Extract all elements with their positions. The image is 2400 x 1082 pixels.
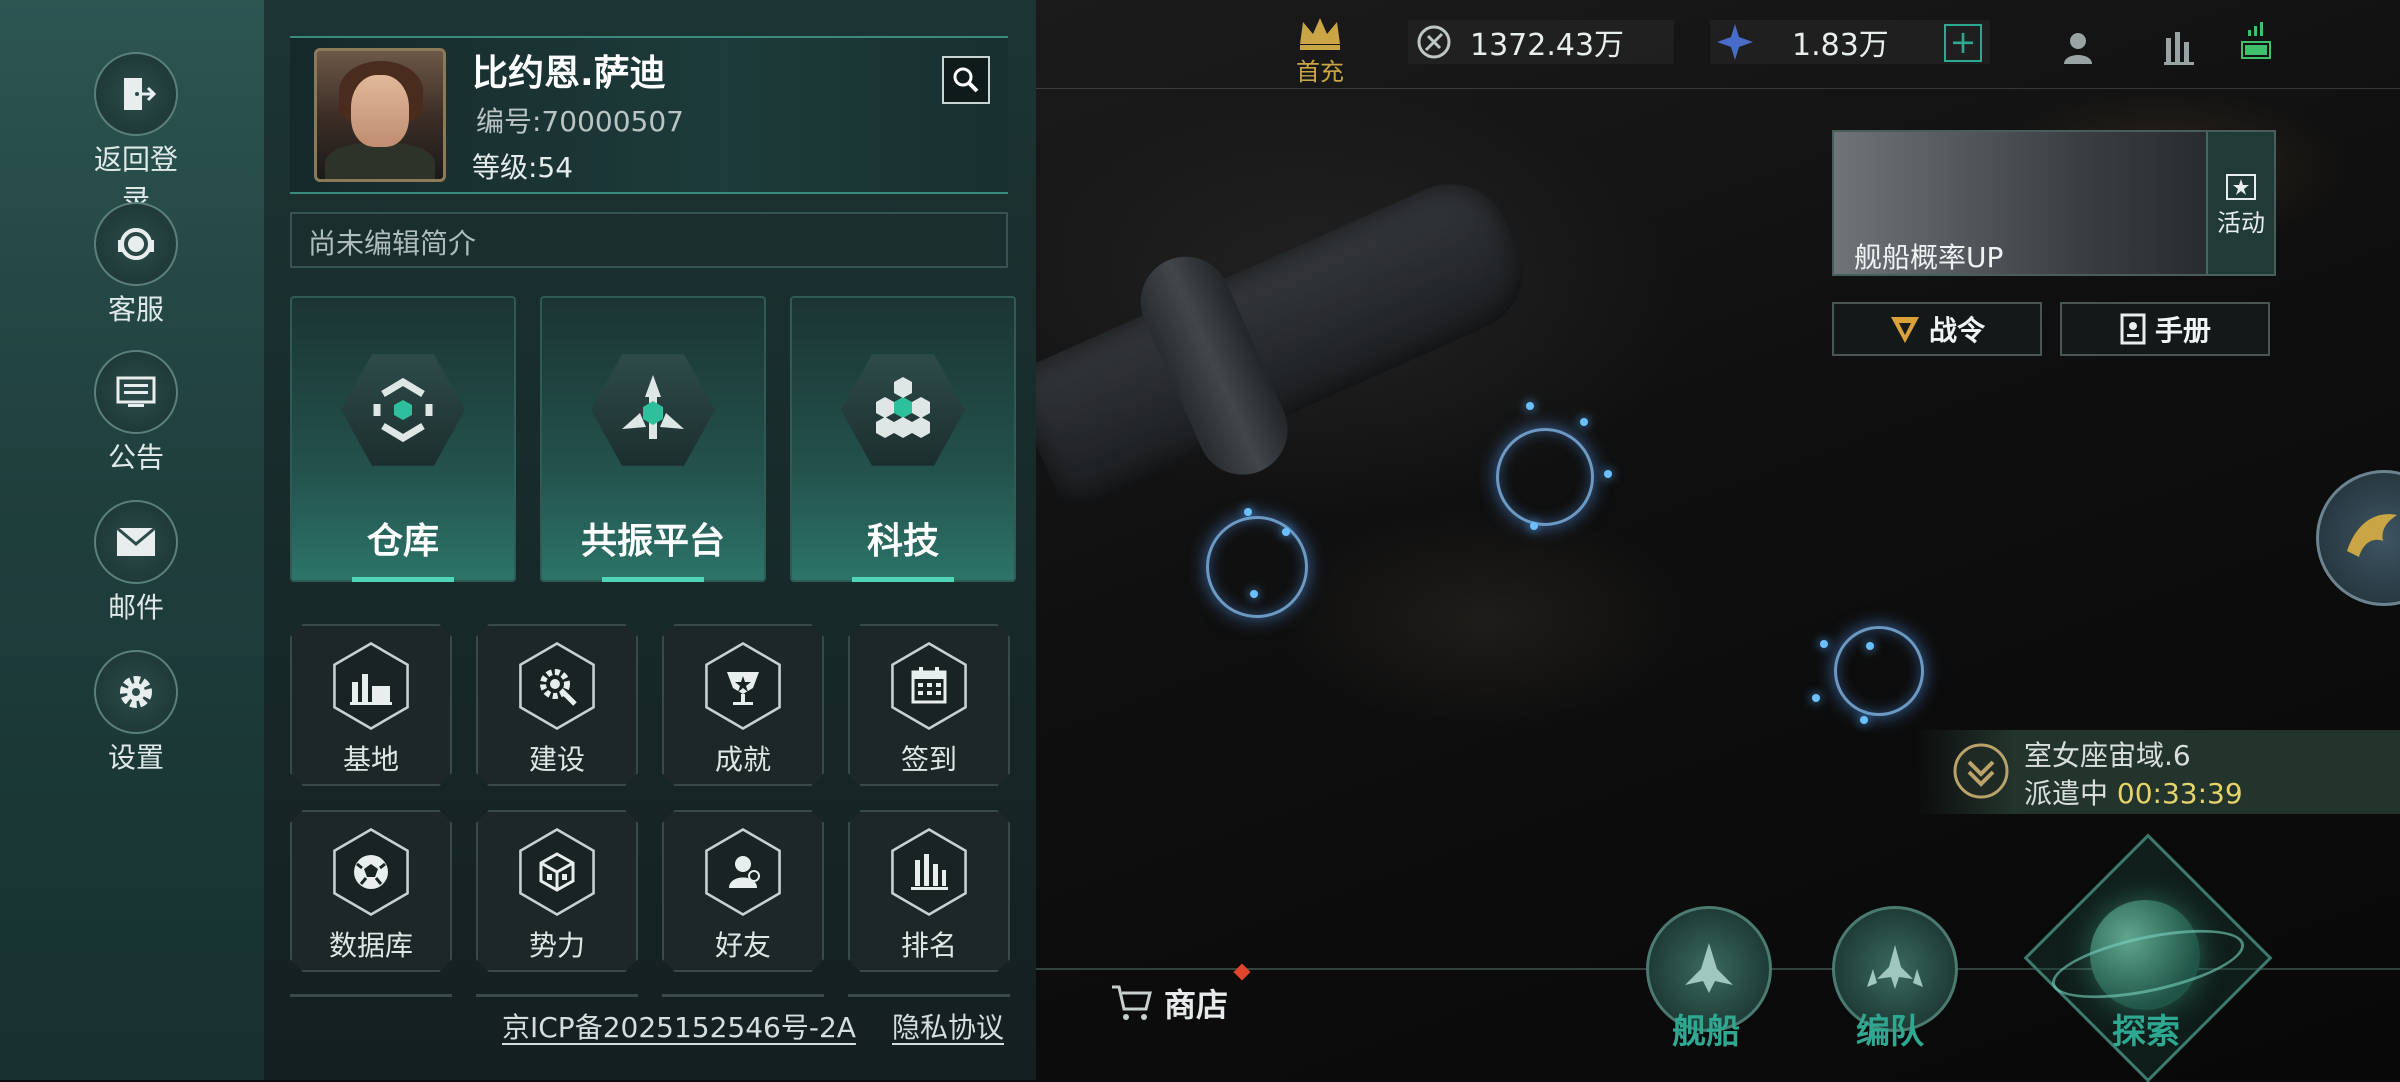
ship-icon — [1685, 943, 1733, 993]
dispatch-timer: 00:33:39 — [2116, 777, 2243, 810]
battle-pass-button[interactable]: 战令 — [1832, 302, 2042, 356]
checkin-label: 签到 — [900, 743, 957, 776]
avatar[interactable] — [314, 48, 446, 182]
shop-button[interactable]: 商店 — [1110, 963, 1251, 1026]
partial-card-row — [290, 994, 1010, 1000]
battle-pass-icon — [1890, 317, 1919, 343]
resonance-label: 共振平台 — [580, 521, 725, 562]
player-name[interactable]: 比约恩.萨迪 — [472, 44, 666, 96]
announcement-icon — [94, 350, 178, 434]
dispatch-location: 室女座宙域.6 — [2024, 739, 2191, 772]
activity-label: 活动 — [2217, 208, 2265, 237]
fleet-icon — [1867, 945, 1923, 989]
dispatch-rank-icon — [1953, 743, 2009, 799]
achievement-icon — [707, 645, 779, 727]
nav-ships-label: 舰船 — [1672, 1012, 1740, 1052]
credits-value: 1372.43万 — [1470, 28, 1625, 63]
achievement-label: 成就 — [714, 743, 771, 776]
checkin-card[interactable]: 签到 — [848, 624, 1010, 786]
faction-label: 势力 — [528, 929, 585, 962]
ranking-card[interactable]: 排名 — [848, 810, 1010, 972]
battery-signal-icon — [2241, 22, 2271, 59]
profile-card: 比约恩.萨迪 编号:70000507 等级:54 — [290, 36, 1008, 194]
sidebar-item-label: 设置 — [107, 741, 164, 774]
bio-field[interactable]: 尚未编辑简介 — [290, 212, 1008, 268]
hud-divider — [1036, 88, 2400, 89]
friends-card[interactable]: 好友 — [662, 810, 824, 972]
target-ring-3[interactable] — [1834, 626, 1924, 716]
privacy-link[interactable]: 隐私协议 — [892, 1006, 1004, 1046]
friends-hud-icon[interactable] — [2060, 28, 2100, 68]
sidebar-item-label: 客服 — [107, 293, 164, 326]
shop-label: 商店 — [1164, 986, 1229, 1024]
nav-fleet-label: 编队 — [1856, 1012, 1924, 1052]
friends-label: 好友 — [714, 929, 771, 962]
database-label: 数据库 — [328, 929, 413, 962]
dispatch-status-panel[interactable]: 室女座宙域.6 派遣中 00:33:39 — [1916, 730, 2400, 814]
logout-door-icon — [94, 52, 178, 136]
credit-coin-icon — [1417, 25, 1451, 59]
target-ring-1[interactable] — [1206, 516, 1308, 618]
nav-explore-label: 探索 — [2112, 1012, 2180, 1052]
resource-bar-credits: 1372.43万 — [1408, 20, 1674, 64]
manual-book-icon — [2120, 313, 2146, 345]
faction-card[interactable]: 势力 — [476, 810, 638, 972]
build-gear-icon — [521, 645, 593, 727]
shopping-cart-icon — [1112, 985, 1152, 1020]
sidebar-item-mail[interactable]: 邮件 — [81, 500, 191, 626]
add-crystal-button[interactable]: + — [1944, 24, 1982, 62]
activity-star-icon — [2226, 173, 2256, 200]
activity-button[interactable]: 活动 — [2206, 132, 2274, 274]
event-banner-text: 舰船概率UP — [1854, 241, 2004, 274]
build-card[interactable]: 建设 — [476, 624, 638, 786]
warehouse-icon — [341, 354, 465, 466]
resource-bar-crystal: 1.83万 + — [1710, 20, 1990, 64]
sidebar-item-announcement[interactable]: 公告 — [81, 350, 191, 476]
crystal-value: 1.83万 — [1792, 28, 1889, 63]
ranking-icon — [893, 831, 965, 913]
sidebar-item-logout[interactable]: 返回登录 — [81, 52, 191, 218]
gear-icon — [94, 650, 178, 734]
crown-icon — [1300, 18, 1340, 50]
search-button[interactable] — [942, 56, 990, 104]
base-label: 基地 — [342, 743, 399, 776]
friends-icon — [707, 831, 779, 913]
resonance-icon — [591, 354, 715, 466]
player-level: 等级:54 — [472, 151, 574, 184]
crystal-icon — [1717, 24, 1753, 60]
resonance-card[interactable]: 共振平台 — [540, 296, 766, 582]
manual-button[interactable]: 手册 — [2060, 302, 2270, 356]
tech-card[interactable]: 科技 — [790, 296, 1016, 582]
ranking-label: 排名 — [900, 929, 957, 962]
phoenix-icon — [2347, 514, 2397, 557]
build-label: 建设 — [528, 743, 585, 776]
database-ball-icon — [335, 831, 407, 913]
sidebar-item-label: 公告 — [107, 441, 164, 474]
target-ring-2[interactable] — [1496, 428, 1594, 526]
sidebar-item-settings[interactable]: 设置 — [81, 650, 191, 776]
sidebar-item-customer-service[interactable]: 客服 — [81, 202, 191, 328]
player-id: 编号:70000507 — [476, 105, 684, 138]
customer-service-icon — [94, 202, 178, 286]
base-factory-icon — [335, 645, 407, 727]
warehouse-label: 仓库 — [366, 521, 439, 562]
sidebar-item-label: 邮件 — [107, 591, 164, 624]
mail-icon — [94, 500, 178, 584]
achievement-card[interactable]: 成就 — [662, 624, 824, 786]
base-card[interactable]: 基地 — [290, 624, 452, 786]
faction-box-icon — [521, 831, 593, 913]
ranking-hud-icon[interactable] — [2160, 28, 2200, 68]
first-charge-button[interactable]: 首充 — [1290, 12, 1350, 87]
first-charge-label: 首充 — [1296, 58, 1344, 86]
calendar-icon — [893, 645, 965, 727]
warehouse-card[interactable]: 仓库 — [290, 296, 516, 582]
icp-link[interactable]: 京ICP备2025152546号-2A — [502, 1006, 856, 1046]
search-icon — [953, 67, 979, 93]
dispatch-status: 派遣中 — [2024, 777, 2109, 810]
database-card[interactable]: 数据库 — [290, 810, 452, 972]
event-banner[interactable]: 舰船概率UP 活动 — [1832, 130, 2276, 276]
tech-label: 科技 — [866, 521, 939, 562]
tech-icon — [841, 354, 965, 466]
